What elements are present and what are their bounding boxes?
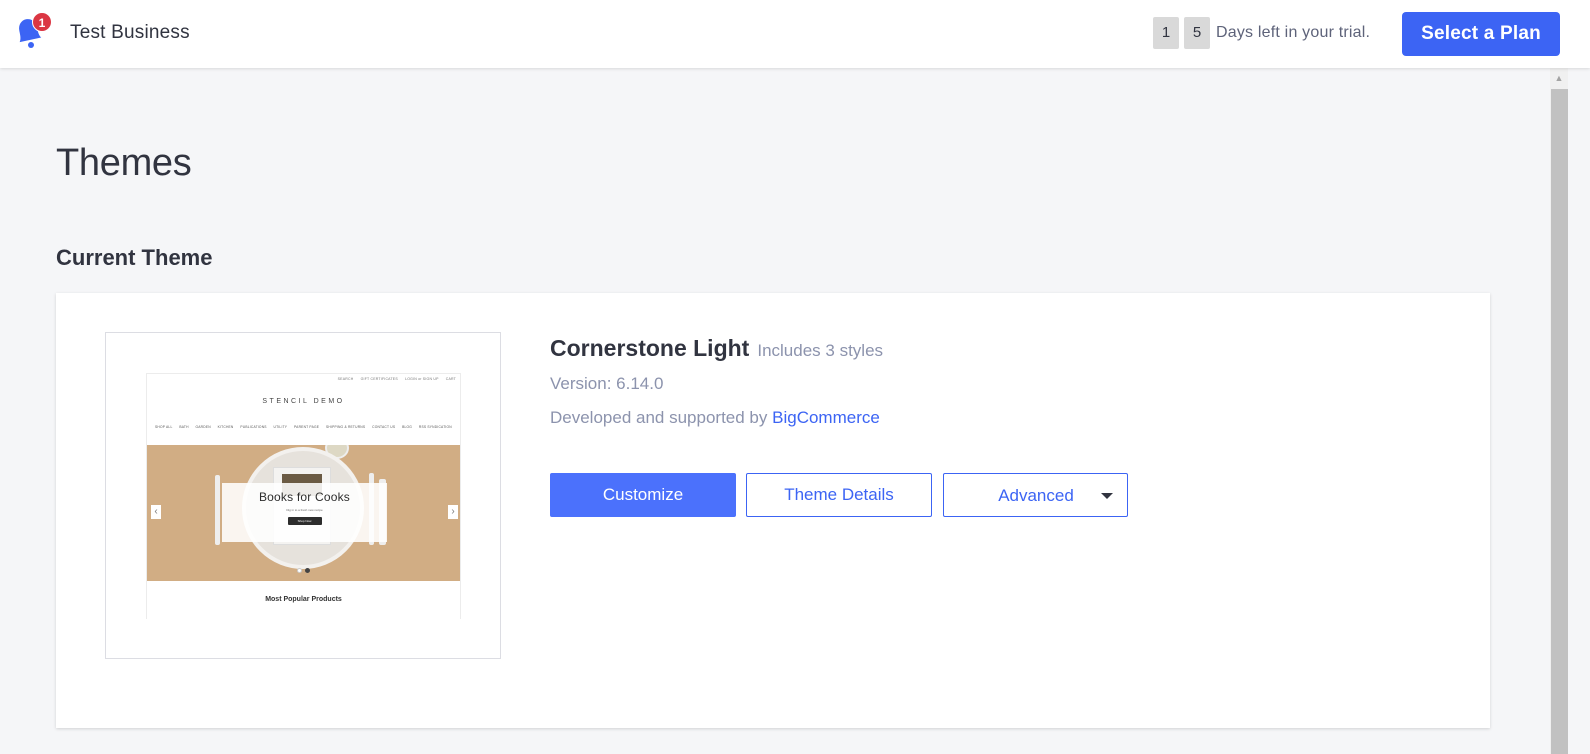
preview-carousel-dot [305,568,310,573]
scroll-up-arrow-icon[interactable]: ▲ [1550,68,1568,88]
trial-text: Days left in your trial. [1216,24,1371,41]
select-plan-button[interactable]: Select a Plan [1402,12,1560,56]
preview-utility-link: SEARCH [337,377,354,381]
preview-nav-item: SHIPPING & RETURNS [325,425,366,429]
current-theme-card: SEARCH GIFT CERTIFICATES LOGIN or SIGN U… [56,293,1490,728]
theme-preview-thumbnail: SEARCH GIFT CERTIFICATES LOGIN or SIGN U… [105,332,501,659]
preview-nav-item: BATH [179,425,189,429]
preview-hero-subtitle: Dig in to a fresh new recipe [286,508,323,512]
preview-prev-arrow-icon: ‹ [151,505,161,519]
top-bar: 1 Test Business 1 5 Days left in your tr… [0,0,1590,68]
advanced-dropdown-button[interactable]: Advanced [943,473,1128,517]
developer-prefix: Developed and supported by [550,408,768,427]
theme-version: Version: 6.14.0 [550,374,664,393]
preview-nav-item: PARENT PAGE [294,425,320,429]
preview-nav-item: PUBLICATIONS [240,425,267,429]
preview-nav-item: KITCHEN [217,425,234,429]
preview-store-logo: STENCIL DEMO [262,398,345,405]
preview-hero-banner: Books for Cooks Dig in to a fresh new re… [147,445,460,581]
page-title: Themes [56,142,192,184]
theme-info: Cornerstone Light Includes 3 styles Vers… [550,335,883,428]
store-preview: SEARCH GIFT CERTIFICATES LOGIN or SIGN U… [146,373,461,619]
preview-popular-heading: Most Popular Products [265,596,342,603]
theme-details-button[interactable]: Theme Details [746,473,932,517]
preview-nav-item: GARDEN [195,425,211,429]
section-title: Current Theme [56,245,213,270]
trial-days-digit: 5 [1184,17,1210,49]
preview-next-arrow-icon: › [448,505,458,519]
business-name: Test Business [70,22,190,43]
theme-name: Cornerstone Light [550,335,750,361]
developer-link[interactable]: BigCommerce [772,408,880,427]
trial-days-digit: 1 [1153,17,1179,49]
theme-styles-note: Includes 3 styles [757,341,884,360]
preview-hero-title: Books for Cooks [258,490,351,504]
preview-nav-item: RSS SYNDICATION [418,425,452,429]
preview-nav-item: SHOP ALL [155,425,173,429]
preview-utility-link: CART [445,377,456,381]
preview-nav-item: UTILITY [273,425,288,429]
preview-nav: SHOP ALL BATH GARDEN KITCHEN PUBLICATION… [147,425,460,429]
trial-counter: 1 5 Days left in your trial. [1153,17,1370,49]
scrollbar-thumb[interactable] [1551,89,1568,754]
preview-utility-link: LOGIN or SIGN UP [405,377,439,381]
preview-nav-item: BLOG [402,425,413,429]
preview-fork-graphic [215,475,220,545]
preview-utility-links: SEARCH GIFT CERTIFICATES LOGIN or SIGN U… [332,377,456,381]
vertical-scrollbar[interactable]: ▲ [1550,68,1568,754]
customize-button[interactable]: Customize [550,473,736,517]
notification-badge: 1 [32,12,52,32]
preview-hero-caption: Books for Cooks Dig in to a fresh new re… [222,483,387,542]
theme-actions: Customize Theme Details Advanced [550,473,1128,517]
preview-carousel-dot [297,568,302,573]
preview-carousel-dots [297,568,310,573]
preview-utility-link: GIFT CERTIFICATES [360,377,398,381]
theme-developer: Developed and supported by BigCommerce [550,408,883,428]
caret-down-icon [1101,493,1113,499]
preview-nav-item: CONTACT US [372,425,396,429]
notifications-button[interactable]: 1 [14,12,54,52]
preview-hero-button: Shop Now [287,517,322,525]
